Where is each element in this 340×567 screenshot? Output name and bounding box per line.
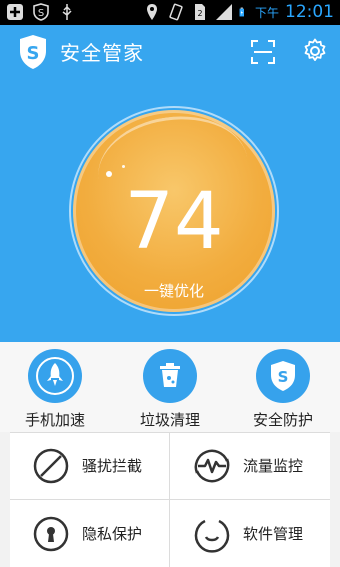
hero-panel: S 安全管家 74 一键优化: [0, 25, 340, 342]
grid-item-harass-block[interactable]: 骚扰拦截: [10, 433, 169, 499]
svg-text:S: S: [278, 368, 289, 386]
status-left: S: [6, 3, 76, 21]
usb-icon: [62, 4, 72, 20]
feature-row: 手机加速 垃圾清理 S 安全防护: [0, 342, 340, 432]
gear-icon[interactable]: [302, 38, 328, 64]
optimize-label[interactable]: 一键优化: [73, 280, 275, 301]
feature-icon-bg: S: [256, 349, 310, 403]
grid-item-software-manage[interactable]: 软件管理: [171, 501, 330, 567]
status-ampm: 下午: [254, 5, 279, 20]
title-bar: S 安全管家: [0, 25, 340, 77]
feature-icon-bg: [28, 349, 82, 403]
shield-icon: S: [271, 361, 295, 391]
status-time: 12:01: [285, 2, 334, 22]
grid-item-label: 骚扰拦截: [82, 457, 143, 475]
status-right: 2 下午 12:01: [143, 2, 334, 22]
grid-item-privacy[interactable]: 隐私保护: [10, 501, 169, 567]
privacy-lock-icon: [33, 516, 69, 552]
feature-label: 安全防护: [252, 411, 313, 429]
plus-icon: [7, 4, 23, 20]
status-bar: S 2 下午 12:01: [0, 0, 340, 25]
grid-item-label: 流量监控: [243, 457, 304, 475]
feature-junk-clean[interactable]: 垃圾清理: [115, 342, 225, 432]
grid-item-label: 软件管理: [243, 525, 304, 543]
orb-sparkle: [106, 171, 112, 177]
feature-label: 垃圾清理: [139, 411, 200, 429]
logo-letter: S: [27, 43, 40, 64]
grid-divider-vertical: [169, 433, 170, 567]
svg-text:2: 2: [197, 9, 202, 18]
grid-item-traffic-monitor[interactable]: 流量监控: [171, 433, 330, 499]
feature-phone-speedup[interactable]: 手机加速: [0, 342, 110, 432]
scan-icon[interactable]: [250, 39, 276, 65]
health-score: 74: [124, 177, 224, 267]
feature-icon-bg: [143, 349, 197, 403]
trash-icon: [160, 363, 180, 387]
grid-divider-horizontal: [10, 499, 330, 500]
tool-grid: 骚扰拦截 流量监控 隐私保护 软件管理: [10, 432, 330, 567]
block-icon: [33, 448, 69, 484]
vibrate-icon: [169, 3, 183, 21]
battery-charging-icon: [239, 7, 244, 17]
traffic-icon: [194, 449, 230, 483]
app-title: 安全管家: [60, 41, 144, 65]
signal-icon: [215, 4, 232, 20]
feature-label: 手机加速: [24, 411, 85, 429]
grid-item-label: 隐私保护: [82, 525, 143, 543]
s-app-icon: S: [33, 3, 49, 21]
orb-sparkle-small: [122, 165, 125, 168]
rocket-icon: [36, 357, 74, 395]
sim-icon: 2: [194, 4, 205, 20]
location-icon: [146, 4, 157, 20]
feature-security[interactable]: S 安全防护: [228, 342, 338, 432]
software-icon: [194, 519, 230, 553]
app-logo-shield-icon: S: [20, 35, 46, 69]
svg-text:S: S: [38, 8, 44, 19]
